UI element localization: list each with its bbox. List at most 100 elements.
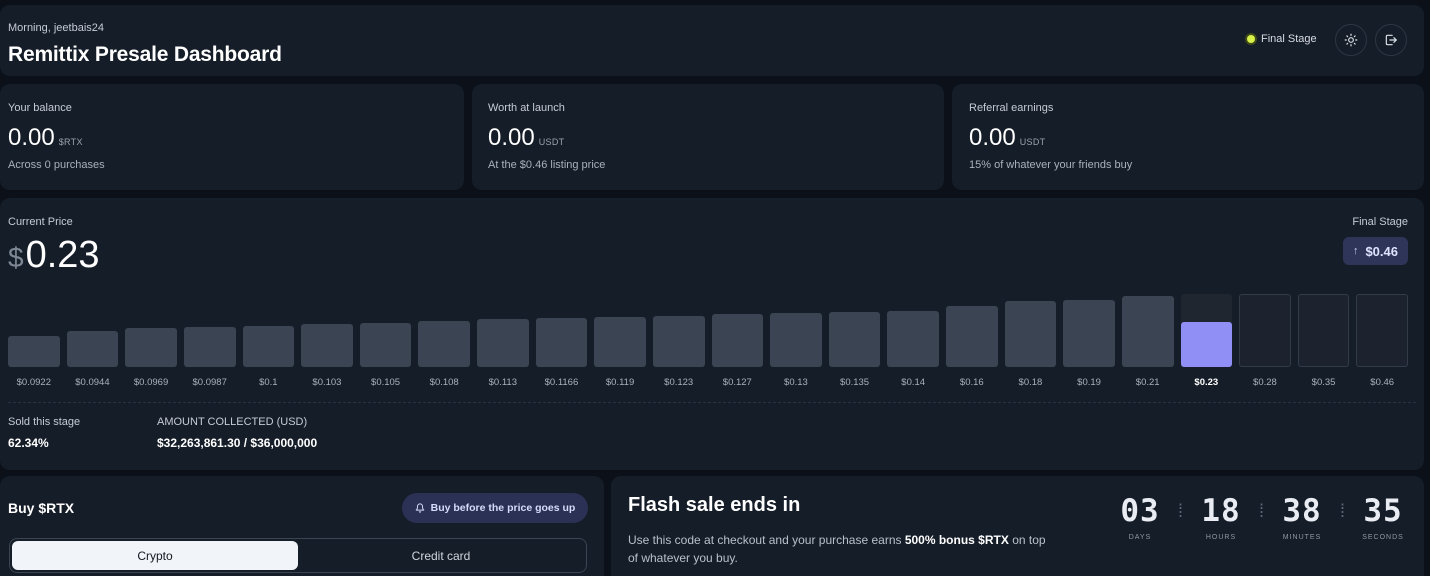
- sold-value: 62.34%: [8, 436, 49, 450]
- status-dot-icon: [1247, 35, 1255, 43]
- current-price: $ 0.23: [8, 234, 100, 277]
- referral-value-row: 0.00 USDT: [969, 124, 1045, 152]
- countdown-minutes-value: 38: [1282, 493, 1322, 529]
- bar-fill: [1063, 299, 1115, 367]
- price-stage-bar-19: $0.21: [1121, 292, 1174, 388]
- bar-label: $0.123: [664, 377, 694, 388]
- bar-fill-future: [1356, 294, 1408, 367]
- worth-note: At the $0.46 listing price: [488, 159, 606, 171]
- bar-label: $0.108: [429, 377, 459, 388]
- currency-symbol: $: [8, 242, 24, 273]
- price-stage-bar-23: $0.46: [1356, 292, 1408, 388]
- dashboard-header: Morning, jeetbais24 Remittix Presale Das…: [0, 5, 1424, 76]
- bar-label: $0.46: [1370, 377, 1395, 388]
- price-stage-bar-13: $0.13: [770, 292, 822, 388]
- amount-collected-value: $32,263,861.30 / $36,000,000: [157, 436, 318, 450]
- amount-collected-label: AMOUNT COLLECTED (USD): [157, 416, 308, 428]
- worth-label: Worth at launch: [488, 102, 565, 114]
- price-stage-bar-7: $0.108: [418, 292, 470, 388]
- balance-note: Across 0 purchases: [8, 159, 105, 171]
- sold-label: Sold this stage: [8, 416, 81, 428]
- balance-unit: $RTX: [58, 137, 83, 147]
- referral-unit: USDT: [1019, 137, 1046, 147]
- buy-card: Buy $RTX Buy before the price goes up Cr…: [0, 476, 604, 576]
- price-stage-bar-15: $0.14: [887, 292, 939, 388]
- current-price-value: 0.23: [25, 234, 100, 276]
- theme-toggle-button[interactable]: [1335, 24, 1367, 56]
- price-stage-bar-3: $0.0987: [183, 292, 236, 388]
- bar-label: $0.0987: [192, 377, 227, 388]
- bar-label: $0.0922: [16, 377, 51, 388]
- bar-fill: [1004, 301, 1057, 367]
- bar-label: $0.1: [259, 377, 278, 388]
- bar-fill: [477, 319, 529, 367]
- tab-crypto[interactable]: Crypto: [12, 541, 298, 570]
- buy-badge-text: Buy before the price goes up: [430, 502, 576, 514]
- bar-fill-current: [1180, 321, 1233, 367]
- bar-fill: [66, 330, 119, 367]
- flash-desc-prefix: Use this code at checkout and your purch…: [628, 533, 905, 547]
- price-stage-bar-9: $0.1166: [535, 292, 588, 388]
- tab-credit-card[interactable]: Credit card: [298, 541, 584, 570]
- price-card: Current Price $ 0.23 Final Stage ↑ $0.46…: [0, 198, 1424, 470]
- bar-fill: [8, 336, 60, 367]
- referral-value: 0.00: [969, 124, 1016, 151]
- bar-label: $0.105: [371, 377, 401, 388]
- price-stage-bar-5: $0.103: [301, 292, 353, 388]
- price-stage-bar-2: $0.0969: [125, 292, 177, 388]
- bar-fill: [301, 323, 353, 367]
- page-title: Remittix Presale Dashboard: [8, 43, 282, 66]
- price-stage-bar-10: $0.119: [594, 292, 646, 388]
- final-stage-badge: ↑ $0.46: [1342, 237, 1408, 265]
- bar-fill: [770, 313, 822, 367]
- price-stage-bar-4: $0.1: [242, 292, 295, 388]
- bar-fill: [242, 325, 295, 367]
- countdown-minutes-label: MINUTES: [1282, 534, 1322, 541]
- worth-card: Worth at launch 0.00 USDT At the $0.46 l…: [472, 84, 944, 190]
- bar-label: $0.1166: [544, 377, 579, 388]
- bar-fill: [1121, 296, 1174, 367]
- price-stage-bar-16: $0.16: [946, 292, 998, 388]
- bar-label: $0.0969: [133, 377, 169, 388]
- countdown-separator: ⁞: [1258, 501, 1264, 521]
- price-stage-bar-8: $0.113: [477, 292, 529, 388]
- payment-method-tabs: Crypto Credit card: [9, 538, 587, 573]
- arrow-up-icon: ↑: [1352, 245, 1359, 257]
- price-stage-bar-6: $0.105: [359, 292, 412, 388]
- price-stage-bar-22: $0.35: [1297, 292, 1350, 388]
- balance-value: 0.00: [8, 124, 55, 151]
- bar-fill: [946, 305, 998, 367]
- countdown-seconds-value: 35: [1363, 493, 1403, 529]
- flash-desc-bonus: 500% bonus $RTX: [904, 533, 1009, 547]
- countdown-separator: ⁞: [1177, 501, 1183, 521]
- bar-label: $0.113: [488, 377, 517, 388]
- countdown-minutes: 38 MINUTES: [1278, 494, 1326, 541]
- price-stage-bar-20: $0.23: [1180, 292, 1233, 388]
- buy-title: Buy $RTX: [8, 500, 75, 516]
- price-stage-bar-17: $0.18: [1004, 292, 1057, 388]
- bar-label: $0.16: [959, 377, 984, 388]
- bar-fill: [183, 326, 236, 367]
- price-stage-bar-12: $0.127: [711, 292, 764, 388]
- logout-button[interactable]: [1375, 24, 1407, 56]
- price-stage-bar-11: $0.123: [652, 292, 705, 388]
- price-stage-bar-1: $0.0944: [66, 292, 119, 388]
- countdown-days-value: 03: [1120, 493, 1160, 529]
- buy-urgency-badge[interactable]: Buy before the price goes up: [402, 493, 588, 523]
- worth-unit: USDT: [538, 137, 565, 147]
- stage-indicator: Final Stage: [1247, 33, 1317, 45]
- greeting-text: Morning, jeetbais24: [8, 22, 105, 34]
- flash-sale-title: Flash sale ends in: [628, 494, 801, 516]
- price-stage-bar-14: $0.135: [828, 292, 881, 388]
- bar-label: $0.28: [1253, 377, 1277, 388]
- bar-fill: [652, 315, 705, 367]
- bar-fill: [711, 314, 764, 367]
- countdown-seconds: 35 SECONDS: [1359, 494, 1407, 541]
- bar-label: $0.21: [1135, 377, 1160, 388]
- divider: [8, 402, 1416, 403]
- stage-label: Final Stage: [1261, 33, 1317, 45]
- current-price-label: Current Price: [8, 216, 73, 228]
- bar-label: $0.13: [784, 377, 808, 388]
- sun-icon: [1344, 33, 1358, 47]
- countdown-hours: 18 HOURS: [1197, 494, 1245, 541]
